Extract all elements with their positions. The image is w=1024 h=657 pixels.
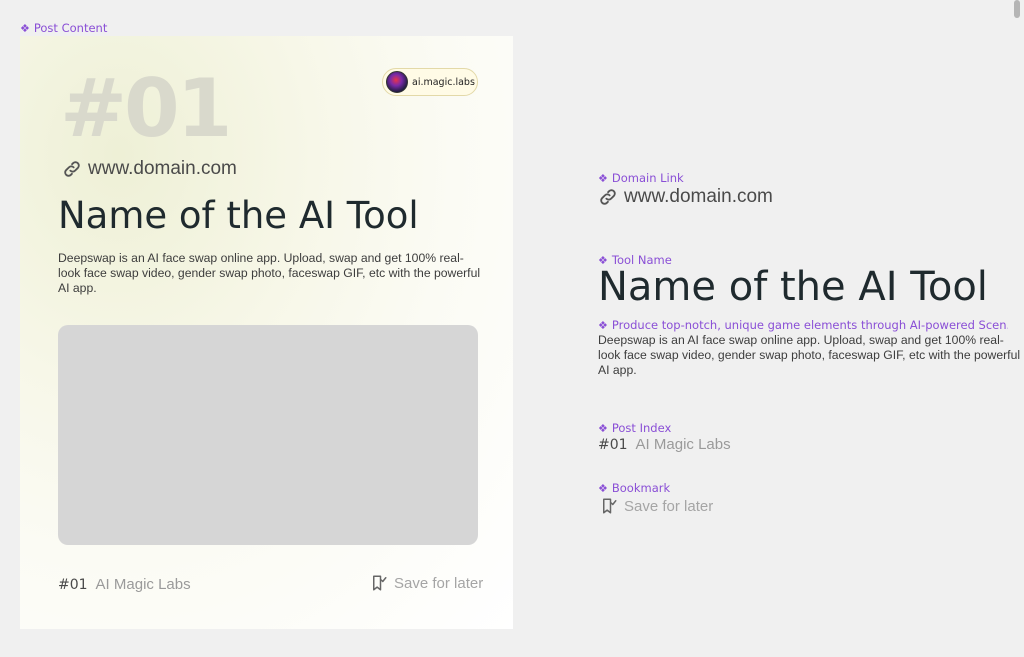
image-placeholder bbox=[58, 325, 478, 545]
card-bookmark-label: Save for later bbox=[394, 574, 484, 592]
bookmark-component[interactable]: Save for later bbox=[600, 497, 713, 515]
tool-name-component: Name of the AI Tool bbox=[598, 264, 988, 310]
index-number: #01 bbox=[598, 437, 628, 453]
bookmark-text: Save for later bbox=[624, 497, 714, 515]
card-description: Deepswap is an AI face swap online app. … bbox=[58, 251, 481, 295]
post-content-label[interactable]: ❖ Post Content bbox=[20, 21, 107, 35]
post-index-big: #01 bbox=[60, 62, 232, 155]
card-domain-text: www.domain.com bbox=[88, 158, 237, 179]
component-icon: ❖ bbox=[598, 318, 608, 332]
card-index-number: #01 bbox=[58, 577, 88, 593]
card-domain-link[interactable]: www.domain.com bbox=[62, 158, 237, 180]
post-card[interactable]: #01 ai.magic.labs www.domain.com Name of… bbox=[20, 36, 513, 629]
card-bookmark-button[interactable]: Save for later bbox=[370, 574, 483, 592]
index-label: AI Magic Labs bbox=[635, 436, 731, 453]
scrollbar[interactable] bbox=[1014, 0, 1020, 18]
card-tool-name: Name of the AI Tool bbox=[58, 194, 419, 237]
component-icon: ❖ bbox=[20, 21, 30, 35]
bookmark-check-icon bbox=[603, 498, 617, 514]
bookmark-label[interactable]: ❖ Bookmark bbox=[598, 481, 670, 495]
bookmark-check-icon bbox=[373, 575, 387, 591]
link-icon bbox=[600, 189, 616, 205]
component-icon: ❖ bbox=[598, 171, 608, 185]
link-icon bbox=[64, 161, 80, 177]
post-index-component: #01 AI Magic Labs bbox=[598, 436, 731, 453]
domain-link-text: www.domain.com bbox=[624, 186, 773, 207]
brand-name: ai.magic.labs bbox=[412, 76, 475, 88]
domain-link-component[interactable]: www.domain.com bbox=[598, 186, 773, 208]
description-label[interactable]: ❖ Produce top-notch, unique game element… bbox=[598, 318, 1008, 332]
card-post-index: #01 AI Magic Labs bbox=[58, 576, 191, 593]
brand-avatar bbox=[386, 71, 408, 93]
domain-link-label[interactable]: ❖ Domain Link bbox=[598, 171, 684, 185]
description-component: Deepswap is an AI face swap online app. … bbox=[598, 333, 1021, 377]
component-icon: ❖ bbox=[598, 421, 608, 435]
component-icon: ❖ bbox=[598, 481, 608, 495]
post-index-label[interactable]: ❖ Post Index bbox=[598, 421, 671, 435]
card-index-label: AI Magic Labs bbox=[95, 576, 191, 593]
brand-badge: ai.magic.labs bbox=[382, 68, 478, 96]
